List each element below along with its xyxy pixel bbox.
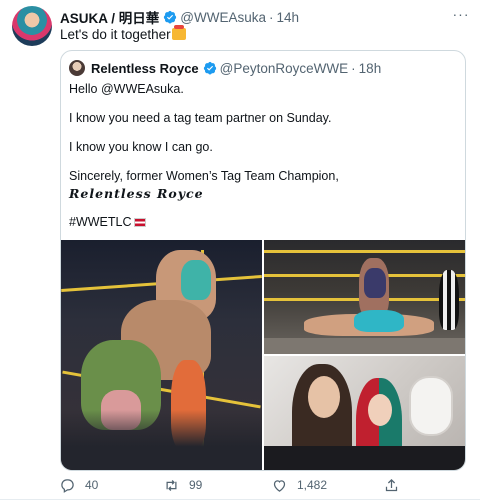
author-avatar[interactable] bbox=[12, 6, 52, 46]
tweet-actions: 40 99 1,482 bbox=[60, 476, 440, 494]
share-icon bbox=[385, 478, 398, 491]
retweet-button[interactable]: 99 bbox=[164, 478, 202, 493]
verified-badge-icon bbox=[203, 61, 216, 75]
tweet-text: Let's do it together bbox=[60, 27, 171, 42]
author-name[interactable]: ASUKA / 明日華 bbox=[60, 7, 159, 27]
wrestling-pin-photo[interactable] bbox=[264, 240, 465, 354]
quoted-line: Sincerely, former Women’s Tag Team Champ… bbox=[69, 169, 339, 183]
quoted-author-handle: @PeytonRoyceWWE bbox=[219, 60, 349, 76]
separator-dot: · bbox=[351, 60, 356, 76]
reply-count: 40 bbox=[85, 478, 99, 492]
author-handle[interactable]: @WWEAsuka bbox=[180, 10, 266, 25]
quoted-time: 18h bbox=[358, 60, 382, 76]
gift-emoji-icon bbox=[171, 25, 186, 40]
reply-button[interactable]: 40 bbox=[60, 478, 98, 493]
tweet-text-container: Let's do it together bbox=[60, 25, 186, 42]
quoted-avatar bbox=[69, 60, 85, 76]
tweet-time[interactable]: 14h bbox=[276, 10, 299, 25]
wrestling-ring-photo[interactable] bbox=[61, 240, 262, 470]
tweet[interactable]: ASUKA / 明日華 @WWEAsuka · 14h ··· Let's do… bbox=[0, 0, 480, 500]
share-button[interactable] bbox=[384, 478, 409, 493]
separator-dot: · bbox=[268, 9, 274, 25]
verified-badge-icon bbox=[164, 10, 177, 24]
media-grid bbox=[61, 240, 465, 470]
quoted-author-name: Relentless Royce bbox=[91, 60, 199, 76]
quoted-line: I know you need a tag team partner on Su… bbox=[69, 111, 332, 125]
quoted-line: Hello @WWEAsuka. bbox=[69, 82, 184, 96]
reply-icon bbox=[61, 478, 74, 493]
retweet-icon bbox=[166, 479, 177, 491]
quoted-line: I know you know I can go. bbox=[69, 140, 213, 154]
retweet-count: 99 bbox=[189, 478, 203, 492]
heart-icon bbox=[273, 479, 286, 492]
like-count: 1,482 bbox=[297, 478, 328, 492]
hashflag-icon bbox=[133, 218, 146, 227]
quoted-signature: Relentless Royce bbox=[69, 186, 204, 201]
airplane-selfie-photo[interactable] bbox=[264, 356, 465, 470]
tweet-header: ASUKA / 明日華 @WWEAsuka · 14h bbox=[60, 7, 450, 27]
quoted-text: Hello @WWEAsuka. I know you need a tag t… bbox=[69, 81, 459, 231]
more-icon[interactable]: ··· bbox=[452, 7, 470, 26]
quoted-tweet[interactable]: Relentless Royce @PeytonRoyceWWE · 18h H… bbox=[60, 50, 466, 471]
like-button[interactable]: 1,482 bbox=[272, 478, 327, 493]
hashtag[interactable]: #WWETLC bbox=[69, 215, 132, 229]
quoted-header: Relentless Royce @PeytonRoyceWWE · 18h bbox=[69, 59, 381, 77]
quoted-hashtag-line: #WWETLC bbox=[69, 214, 459, 231]
